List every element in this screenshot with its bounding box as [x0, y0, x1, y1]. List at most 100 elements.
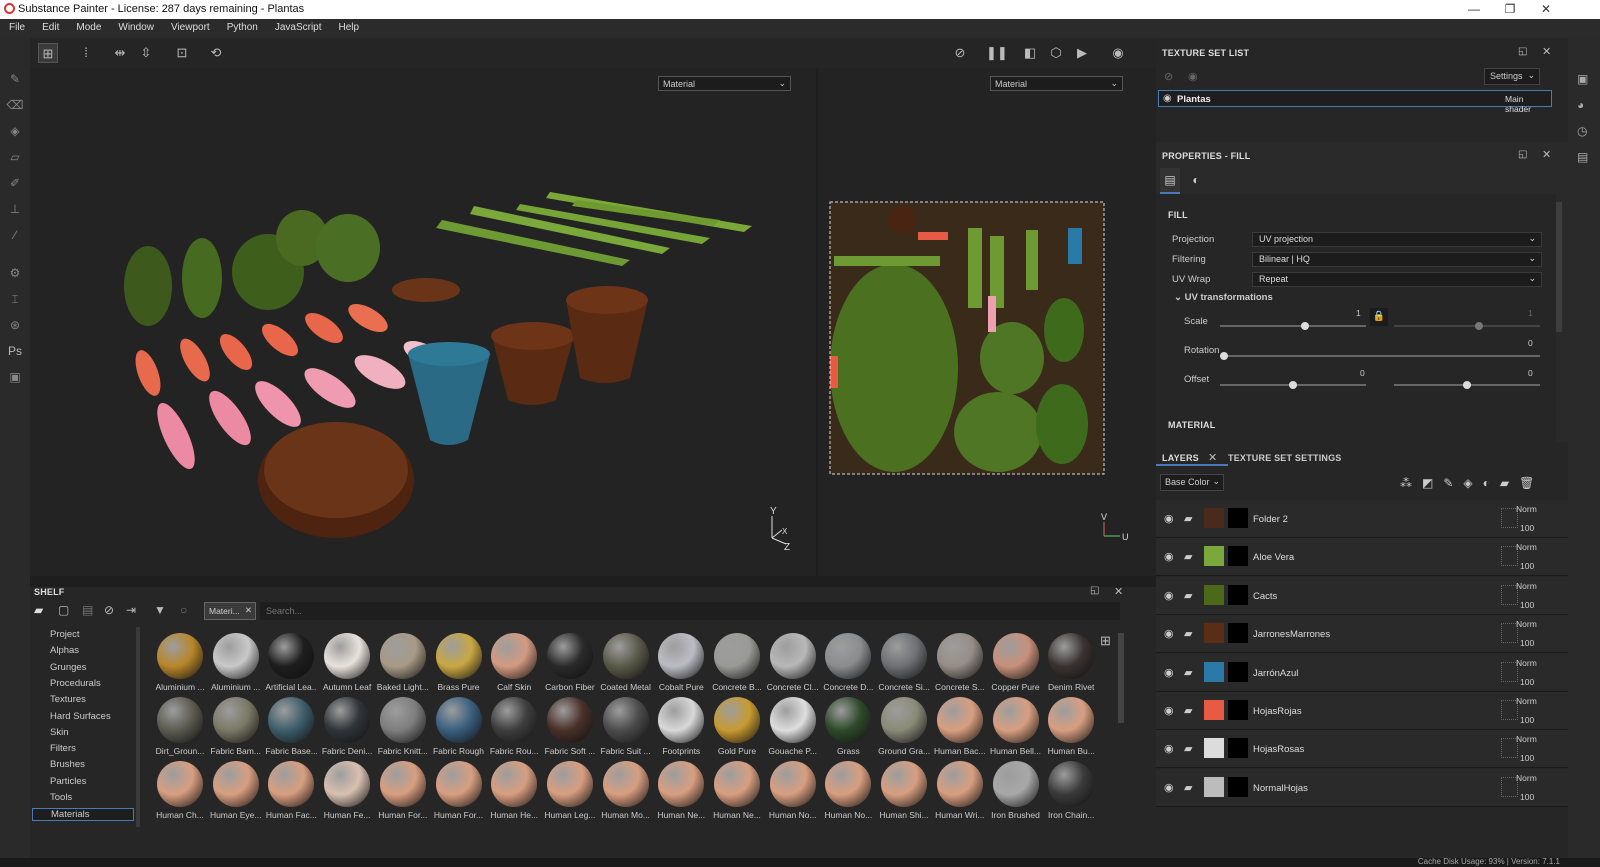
material-thumbnail[interactable]: Fabric Suit ...: [600, 697, 652, 761]
export-icon[interactable]: ⌶: [6, 292, 24, 310]
material-thumbnail[interactable]: Human For...: [377, 761, 429, 825]
layer-opacity[interactable]: 100: [1520, 792, 1534, 802]
shader-settings-icon[interactable]: ◕: [1577, 98, 1584, 112]
visibility-eye-icon[interactable]: ◉: [1164, 589, 1174, 602]
shelf-float-icon[interactable]: ◱: [1090, 585, 1099, 596]
material-thumbnail[interactable]: Human Shi...: [878, 761, 930, 825]
material-thumbnail[interactable]: Human Fac...: [265, 761, 317, 825]
folder-icon[interactable]: ▰: [34, 603, 43, 617]
photoshop-icon[interactable]: Ps: [6, 344, 24, 362]
blend-mode-select[interactable]: Norm: [1516, 581, 1537, 591]
clone-stamp-icon[interactable]: ⊥: [6, 202, 24, 220]
layer-opacity[interactable]: 100: [1520, 715, 1534, 725]
history-icon[interactable]: ⟲: [206, 43, 226, 63]
menu-window[interactable]: Window: [109, 19, 162, 33]
texture-set-item[interactable]: ◉ Plantas Main shader: [1158, 90, 1552, 114]
material-thumbnail[interactable]: Human Ch...: [154, 761, 206, 825]
layer-row[interactable]: ◉ ▰ Cacts Norm 100: [1156, 576, 1568, 615]
menu-edit[interactable]: Edit: [33, 19, 67, 33]
filter-icon[interactable]: ▼: [154, 603, 166, 617]
pause-icon[interactable]: ❚❚: [986, 43, 1008, 63]
uv-transformations-toggle[interactable]: ⌄ UV transformations: [1174, 292, 1273, 303]
category-tools[interactable]: Tools: [50, 792, 72, 803]
material-thumbnail[interactable]: Human Mo...: [600, 761, 652, 825]
props-float-icon[interactable]: ◱: [1518, 149, 1527, 160]
category-project[interactable]: Project: [50, 629, 80, 640]
layers-close-icon[interactable]: ✕: [1208, 451, 1217, 464]
visibility-eye-icon[interactable]: ◉: [1164, 627, 1174, 640]
projection-icon[interactable]: ◈: [6, 124, 24, 142]
material-thumbnail[interactable]: Concrete D...: [822, 633, 874, 697]
material-thumbnail[interactable]: Gouache P...: [767, 697, 819, 761]
material-thumbnail[interactable]: Human No...: [822, 761, 874, 825]
material-thumbnail[interactable]: Concrete Cl...: [767, 633, 819, 697]
material-thumbnail[interactable]: Human Ne...: [711, 761, 763, 825]
offset-slider-u[interactable]: [1220, 381, 1366, 389]
layer-row[interactable]: ◉ ▰ HojasRosas Norm 100: [1156, 730, 1568, 769]
add-folder-icon[interactable]: ▰: [1500, 476, 1519, 490]
material-thumbnail[interactable]: Aluminium ...: [210, 633, 262, 697]
visibility-eye-icon[interactable]: ◉: [1164, 512, 1174, 525]
material-scrollbar[interactable]: [1118, 633, 1124, 723]
scale-slider[interactable]: [1220, 322, 1366, 330]
material-thumbnail[interactable]: Human Bell...: [990, 697, 1042, 761]
shelf-close-icon[interactable]: ✕: [1114, 585, 1123, 598]
filtering-dropdown[interactable]: Bilinear | HQ ⌄: [1252, 252, 1542, 267]
scale-slider-knob[interactable]: [1301, 322, 1309, 330]
menu-viewport[interactable]: Viewport: [162, 19, 218, 33]
tsl-close-icon[interactable]: ✕: [1542, 45, 1551, 58]
delete-layer-icon[interactable]: 🗑: [1519, 476, 1544, 490]
layer-opacity[interactable]: 100: [1520, 523, 1534, 533]
material-thumbnail[interactable]: Human Eye...: [210, 761, 262, 825]
rotation-slider-knob[interactable]: [1220, 352, 1228, 360]
material-thumbnail[interactable]: Aluminium ...: [154, 633, 206, 697]
category-textures[interactable]: Textures: [50, 694, 86, 705]
rotation-slider[interactable]: [1220, 352, 1540, 360]
log-icon[interactable]: ▤: [1577, 150, 1588, 164]
texture-set-settings-tab[interactable]: TEXTURE SET SETTINGS: [1228, 453, 1342, 463]
tsl-settings-dropdown[interactable]: Settings ⌄: [1484, 68, 1540, 85]
blend-mode-select[interactable]: Norm: [1516, 504, 1537, 514]
layer-row[interactable]: ◉ ▰ NormalHojas Norm 100: [1156, 768, 1568, 807]
material-thumbnail[interactable]: Human Bu...: [1045, 697, 1097, 761]
import-icon[interactable]: ⇥: [126, 603, 136, 617]
material-thumbnail[interactable]: Brass Pure: [433, 633, 485, 697]
menu-file[interactable]: File: [0, 19, 33, 33]
shelf-search-input[interactable]: [260, 602, 1120, 620]
grid-dots-icon[interactable]: ⁞: [76, 43, 96, 63]
remove-tag-icon[interactable]: ✕: [245, 605, 252, 616]
paint-brush-icon[interactable]: ✎: [6, 72, 24, 90]
tsl-float-icon[interactable]: ◱: [1518, 46, 1527, 57]
tsl-show-icon[interactable]: ◉: [1188, 70, 1198, 83]
minimize-button[interactable]: —: [1456, 0, 1492, 19]
display-settings-icon[interactable]: ▣: [1577, 72, 1588, 86]
history-panel-icon[interactable]: ◷: [1577, 124, 1587, 138]
material-thumbnail[interactable]: Iron Chain...: [1045, 761, 1097, 825]
layer-row[interactable]: ◉ ▰ Aloe Vera Norm 100: [1156, 538, 1568, 577]
blend-mode-select[interactable]: Norm: [1516, 658, 1537, 668]
add-fill-layer-icon[interactable]: ◈: [1463, 476, 1482, 490]
hide-eye-icon[interactable]: ⊘: [104, 603, 114, 617]
visibility-eye-icon[interactable]: ◉: [1164, 704, 1174, 717]
material-thumbnail[interactable]: Concrete Si...: [878, 633, 930, 697]
material-thumbnail[interactable]: Human Ne...: [655, 761, 707, 825]
layer-row[interactable]: ◉ ▰ JarronesMarrones Norm 100: [1156, 615, 1568, 654]
offset-slider-u-knob[interactable]: [1289, 381, 1297, 389]
category-skin[interactable]: Skin: [50, 727, 68, 738]
offset-slider-v-knob[interactable]: [1463, 381, 1471, 389]
layer-opacity[interactable]: 100: [1520, 753, 1534, 763]
material-thumbnail[interactable]: Fabric Deni...: [321, 697, 373, 761]
layer-row[interactable]: ◉ ▰ HojasRojas Norm 100: [1156, 692, 1568, 730]
camera-icon[interactable]: ◉: [1108, 43, 1128, 63]
projection-dropdown[interactable]: UV projection ⌄: [1252, 232, 1542, 247]
material-thumbnail[interactable]: Carbon Fiber: [544, 633, 596, 697]
material-thumbnail[interactable]: Fabric Knitt...: [377, 697, 429, 761]
smudge-icon[interactable]: ✐: [6, 176, 24, 194]
color-picker-icon[interactable]: ⁄: [6, 228, 24, 246]
category-procedurals[interactable]: Procedurals: [50, 678, 101, 689]
polygon-fill-icon[interactable]: ▱: [6, 150, 24, 168]
lock-icon[interactable]: 🔒: [1370, 308, 1388, 326]
material-thumbnail[interactable]: Cobalt Pure: [655, 633, 707, 697]
save-icon[interactable]: ▤: [82, 603, 93, 617]
category-hard-surfaces[interactable]: Hard Surfaces: [50, 711, 111, 722]
